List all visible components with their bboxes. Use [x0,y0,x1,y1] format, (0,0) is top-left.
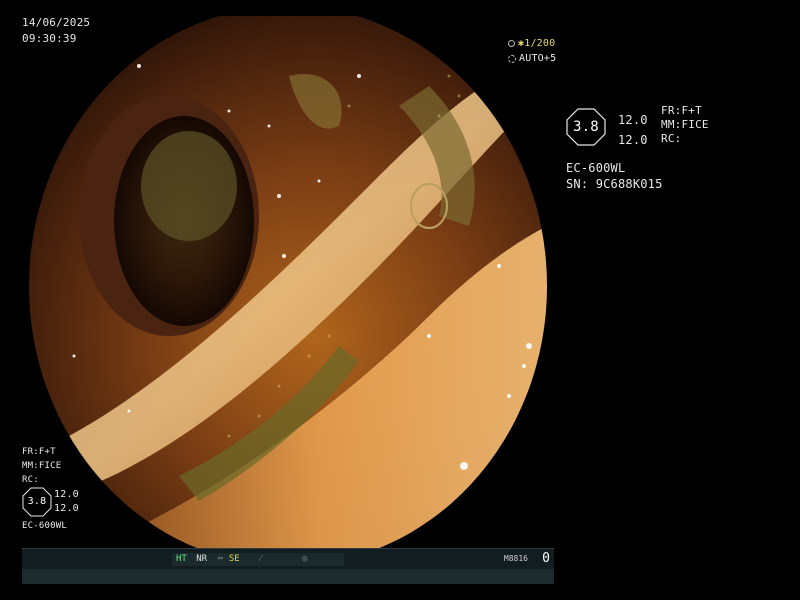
gain-value-left-1: 12.0 [54,489,79,500]
endoscope-image [29,16,547,550]
mode-setting: MM:FICE [661,118,709,131]
gain-value-left-2: 12.0 [54,503,79,514]
frame-mode-left: FR:F+T [22,447,56,457]
camera-circle-icon: ◎ [302,554,308,564]
settings-panel-left: FR:F+T MM:FICE RC: 3.8 12.0 12.0 EC-600W… [22,445,79,533]
device-id: M8816 [503,554,528,563]
rc-setting: RC: [661,132,682,145]
status-bar-top: HT NR ✂ SE ⁄ ◎ M8816 0 [22,548,554,569]
frame-mode: FR:F+T [661,104,702,117]
gain-value-1: 12.0 [618,113,648,127]
status-bar: HT NR ✂ SE ⁄ ◎ M8816 0 [22,548,554,584]
zoom-ratio: ✱1/200 [518,38,556,49]
mode-list: FR:F+T MM:FICE RC: [661,104,709,146]
serial-number: SN: 9C688K015 [566,177,663,191]
gain-value-2: 12.0 [618,133,648,147]
slash-indicator: ⁄ [256,553,298,566]
status-bar-bottom [22,569,554,584]
enhancement-row-left: 3.8 12.0 12.0 [22,487,79,519]
zoom-indicator: ✱1/200 AUTO+5 [508,36,556,66]
date-label: 14/06/2025 [22,16,91,29]
capture-indicator: ◎ [298,553,344,566]
ht-label: HT [176,554,187,564]
zoom-circle-icon [508,40,515,47]
rc-setting-left: RC: [22,475,39,485]
frame-counter: 0 [542,551,550,566]
se-label: SE [228,554,240,564]
auto-label: AUTO+5 [519,53,557,64]
nr-label: NR [196,554,208,564]
se-indicator: ✂ SE [214,553,256,566]
auto-gear-icon [508,54,516,63]
enhancement-value: 3.8 [573,119,599,135]
mode-setting-left: MM:FICE [22,461,62,471]
datetime-display: 14/06/2025 09:30:39 [22,16,90,48]
scissors-icon: ✂ [218,554,224,564]
colon-lumen-image [29,16,547,550]
gain-values-left: 12.0 12.0 [54,488,79,516]
gain-values: 12.0 12.0 [618,110,648,150]
ht-nr-indicator: HT NR [172,553,214,566]
enhancement-level-badge-left: 3.8 [22,487,52,517]
scope-model: EC-600WL [566,161,626,175]
enhancement-value-left: 3.8 [27,496,47,507]
time-label: 09:30:39 [22,32,77,45]
enhancement-level-badge: 3.8 [566,108,606,146]
scope-model-left: EC-600WL [22,521,67,531]
slash-icon: ⁄ [260,554,262,564]
